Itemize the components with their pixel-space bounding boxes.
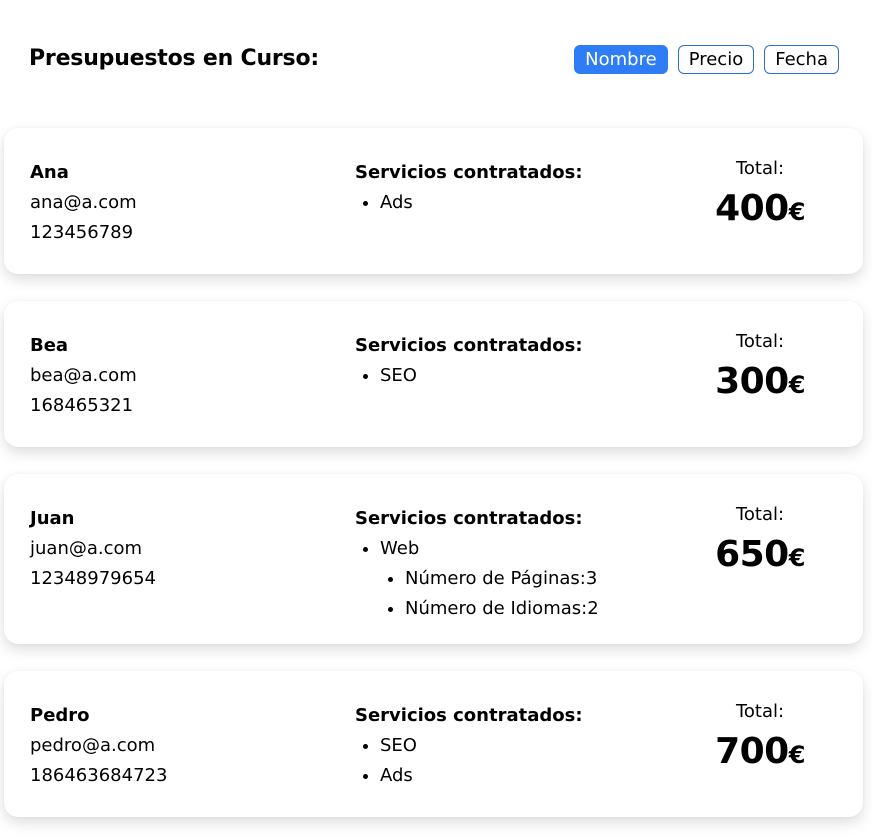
services-heading: Servicios contratados: (355, 705, 583, 726)
client-phone: 168465321 (30, 395, 134, 416)
total-label: Total: (735, 504, 785, 525)
web-detail-pages: Número de Páginas:3 (405, 564, 599, 594)
total-value: 400 (715, 188, 789, 229)
budget-card: Ana ana@a.com 123456789 Servicios contra… (4, 128, 863, 274)
service-item: SEO (380, 731, 583, 761)
page-title: Presupuestos en Curso: (29, 46, 319, 71)
client-name: Pedro (30, 705, 90, 726)
sort-buttons: Nombre Precio Fecha (574, 45, 839, 74)
services-section: Servicios contratados: Web Número de Pág… (355, 504, 599, 624)
services-list: Web Número de Páginas:3 Número de Idioma… (355, 534, 599, 624)
total-value: 650 (715, 534, 789, 575)
client-name: Ana (30, 162, 69, 183)
service-item: Ads (380, 761, 583, 791)
service-item: SEO (380, 361, 583, 391)
currency-symbol: € (788, 198, 806, 226)
total-section: Total: 700€ (700, 701, 820, 772)
total-amount: 700€ (700, 731, 820, 772)
client-email: pedro@a.com (30, 735, 156, 756)
client-email: bea@a.com (30, 365, 137, 386)
services-list: SEO (355, 361, 583, 391)
page-header: Presupuestos en Curso: Nombre Precio Fec… (0, 0, 872, 128)
services-heading: Servicios contratados: (355, 162, 583, 183)
budget-card: Bea bea@a.com 168465321 Servicios contra… (4, 301, 863, 447)
sort-by-name-button[interactable]: Nombre (574, 45, 668, 74)
client-email: juan@a.com (30, 538, 143, 559)
total-value: 700 (715, 731, 789, 772)
web-detail-languages: Número de Idiomas:2 (405, 594, 599, 624)
total-amount: 400€ (700, 188, 820, 229)
currency-symbol: € (788, 371, 806, 399)
total-label: Total: (735, 701, 785, 722)
currency-symbol: € (788, 741, 806, 769)
services-section: Servicios contratados: SEO Ads (355, 701, 583, 791)
service-name: Web (380, 538, 420, 559)
client-info: Juan juan@a.com 12348979654 (30, 504, 156, 594)
client-info: Ana ana@a.com 123456789 (30, 158, 137, 248)
budget-card: Juan juan@a.com 12348979654 Servicios co… (4, 474, 863, 644)
total-section: Total: 300€ (700, 331, 820, 402)
sort-by-date-button[interactable]: Fecha (764, 45, 839, 74)
total-value: 300 (715, 361, 789, 402)
services-section: Servicios contratados: SEO (355, 331, 583, 391)
service-item: Ads (380, 188, 583, 218)
client-name: Bea (30, 335, 69, 356)
budget-card: Pedro pedro@a.com 186463684723 Servicios… (4, 671, 863, 817)
client-info: Pedro pedro@a.com 186463684723 (30, 701, 167, 791)
client-phone: 12348979654 (30, 568, 156, 589)
currency-symbol: € (788, 544, 806, 572)
sort-by-price-button[interactable]: Precio (677, 45, 755, 74)
services-heading: Servicios contratados: (355, 508, 583, 529)
total-label: Total: (735, 158, 785, 179)
total-section: Total: 400€ (700, 158, 820, 229)
client-info: Bea bea@a.com 168465321 (30, 331, 137, 421)
services-list: Ads (355, 188, 583, 218)
web-details-list: Número de Páginas:3 Número de Idiomas:2 (380, 564, 599, 624)
services-section: Servicios contratados: Ads (355, 158, 583, 218)
services-list: SEO Ads (355, 731, 583, 791)
services-heading: Servicios contratados: (355, 335, 583, 356)
total-amount: 300€ (700, 361, 820, 402)
client-phone: 186463684723 (30, 765, 168, 786)
total-amount: 650€ (700, 534, 820, 575)
client-email: ana@a.com (30, 192, 137, 213)
total-label: Total: (735, 331, 785, 352)
client-phone: 123456789 (30, 222, 134, 243)
client-name: Juan (30, 508, 75, 529)
service-item: Web Número de Páginas:3 Número de Idioma… (380, 534, 599, 624)
total-section: Total: 650€ (700, 504, 820, 575)
